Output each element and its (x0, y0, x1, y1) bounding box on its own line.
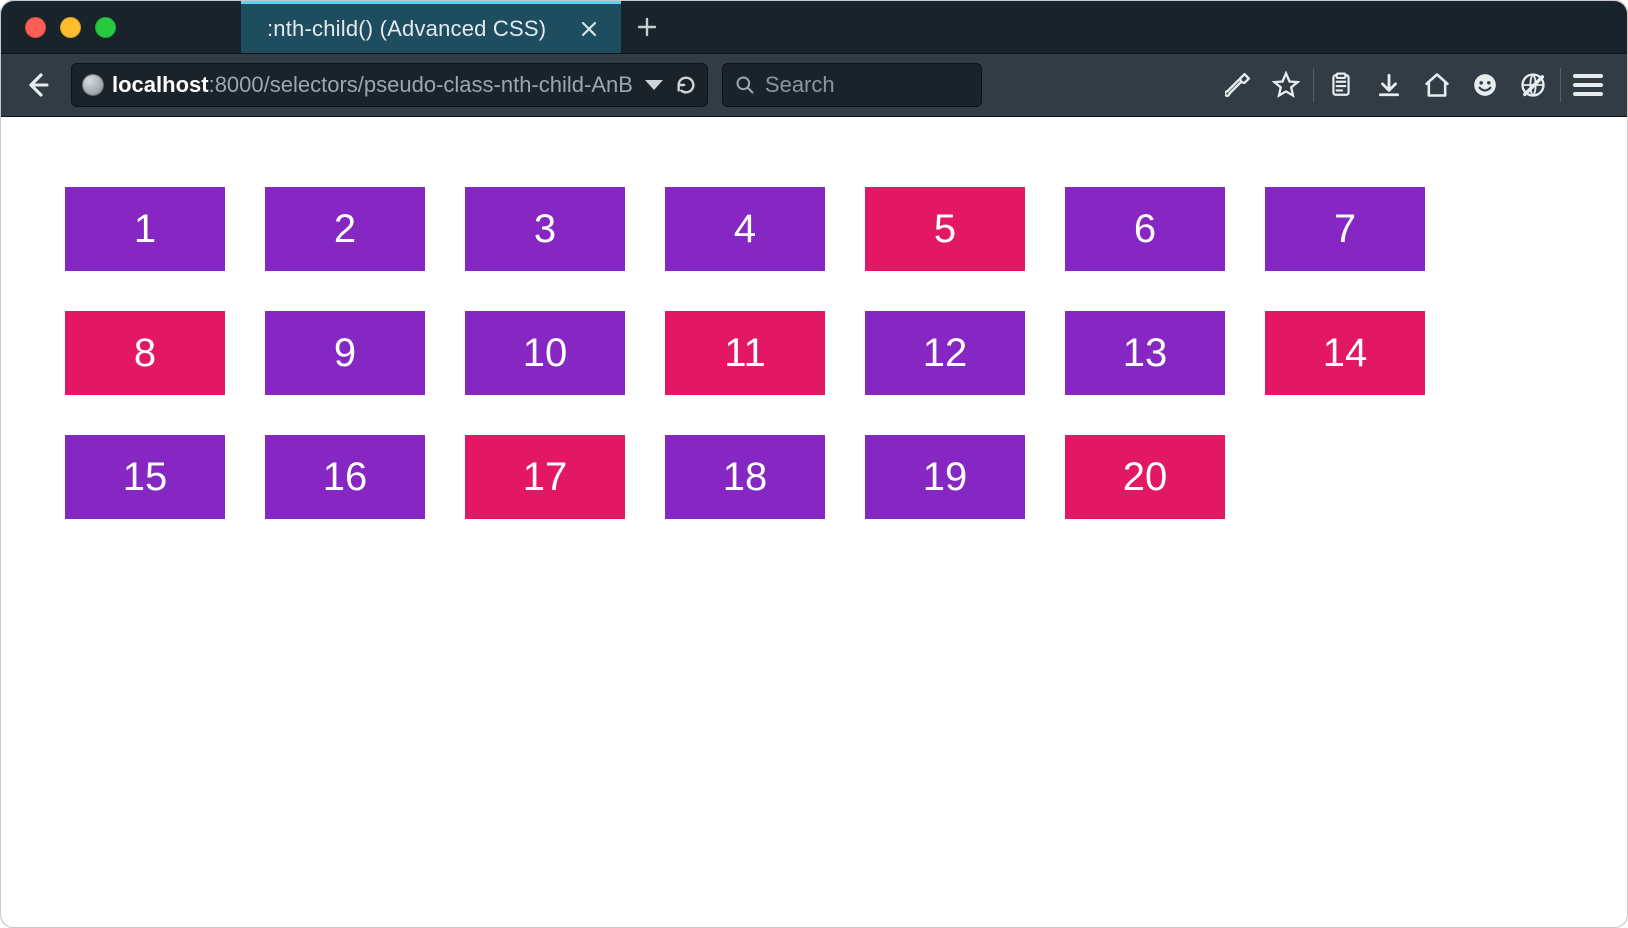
navigation-toolbar: localhost:8000/selectors/pseudo-class-nt… (1, 53, 1627, 117)
smiley-icon (1472, 72, 1498, 98)
tab-bar: :nth-child() (Advanced CSS) (1, 1, 1627, 53)
address-bar[interactable]: localhost:8000/selectors/pseudo-class-nt… (71, 63, 708, 107)
new-tab-button[interactable] (621, 1, 673, 53)
close-icon (581, 21, 597, 37)
globe-pencil-icon (1519, 71, 1547, 99)
url-path: :8000/selectors/pseudo-class-nth-child-A… (209, 72, 633, 97)
window-zoom-button[interactable] (95, 17, 116, 38)
wrench-icon (1225, 72, 1251, 98)
url-host: localhost (112, 72, 209, 97)
grid-cell: 11 (665, 311, 825, 395)
download-icon (1376, 72, 1402, 98)
tab-strip-spacer (201, 1, 241, 53)
grid-cell: 8 (65, 311, 225, 395)
developer-tools-button[interactable] (1215, 62, 1261, 108)
toolbar-separator (1560, 68, 1561, 102)
url-text: localhost:8000/selectors/pseudo-class-nt… (112, 72, 633, 98)
menu-button[interactable] (1565, 62, 1611, 108)
tab-title: :nth-child() (Advanced CSS) (267, 16, 575, 42)
grid-cell: 17 (465, 435, 625, 519)
grid-cell: 6 (1065, 187, 1225, 271)
grid-cell: 13 (1065, 311, 1225, 395)
grid-cell: 15 (65, 435, 225, 519)
window-minimize-button[interactable] (60, 17, 81, 38)
downloads-button[interactable] (1366, 62, 1412, 108)
hamburger-icon (1573, 74, 1603, 96)
star-icon (1272, 71, 1300, 99)
url-dropdown-button[interactable] (645, 80, 663, 90)
reload-icon (675, 74, 697, 96)
addon-button[interactable] (1510, 62, 1556, 108)
feedback-button[interactable] (1462, 62, 1508, 108)
window-controls (1, 1, 201, 53)
plus-icon (637, 17, 657, 37)
grid-cell: 7 (1265, 187, 1425, 271)
page-content: 1234567891011121314151617181920 (1, 117, 1627, 927)
home-button[interactable] (1414, 62, 1460, 108)
browser-window: :nth-child() (Advanced CSS) localhost:80… (0, 0, 1628, 928)
grid-cell: 9 (265, 311, 425, 395)
grid-cell: 16 (265, 435, 425, 519)
bookmark-button[interactable] (1263, 62, 1309, 108)
home-icon (1423, 71, 1451, 99)
grid-cell: 2 (265, 187, 425, 271)
grid-cell: 3 (465, 187, 625, 271)
clipboard-icon (1328, 72, 1354, 98)
grid-cell: 5 (865, 187, 1025, 271)
nth-child-grid: 1234567891011121314151617181920 (65, 187, 1563, 519)
grid-cell: 1 (65, 187, 225, 271)
grid-cell: 20 (1065, 435, 1225, 519)
close-tab-button[interactable] (575, 17, 603, 41)
grid-cell: 12 (865, 311, 1025, 395)
site-identity-icon[interactable] (82, 74, 104, 96)
back-button[interactable] (17, 65, 57, 105)
grid-cell: 18 (665, 435, 825, 519)
tabs-container: :nth-child() (Advanced CSS) (201, 1, 673, 53)
window-close-button[interactable] (25, 17, 46, 38)
grid-cell: 10 (465, 311, 625, 395)
toolbar-icons (1215, 62, 1611, 108)
clipboard-button[interactable] (1318, 62, 1364, 108)
back-arrow-icon (23, 71, 51, 99)
search-icon (735, 75, 755, 95)
browser-tab-active[interactable]: :nth-child() (Advanced CSS) (241, 1, 621, 53)
toolbar-separator (1313, 68, 1314, 102)
grid-cell: 14 (1265, 311, 1425, 395)
search-bar[interactable] (722, 63, 982, 107)
grid-cell: 19 (865, 435, 1025, 519)
grid-cell: 4 (665, 187, 825, 271)
search-input[interactable] (765, 72, 969, 98)
reload-button[interactable] (675, 74, 697, 96)
